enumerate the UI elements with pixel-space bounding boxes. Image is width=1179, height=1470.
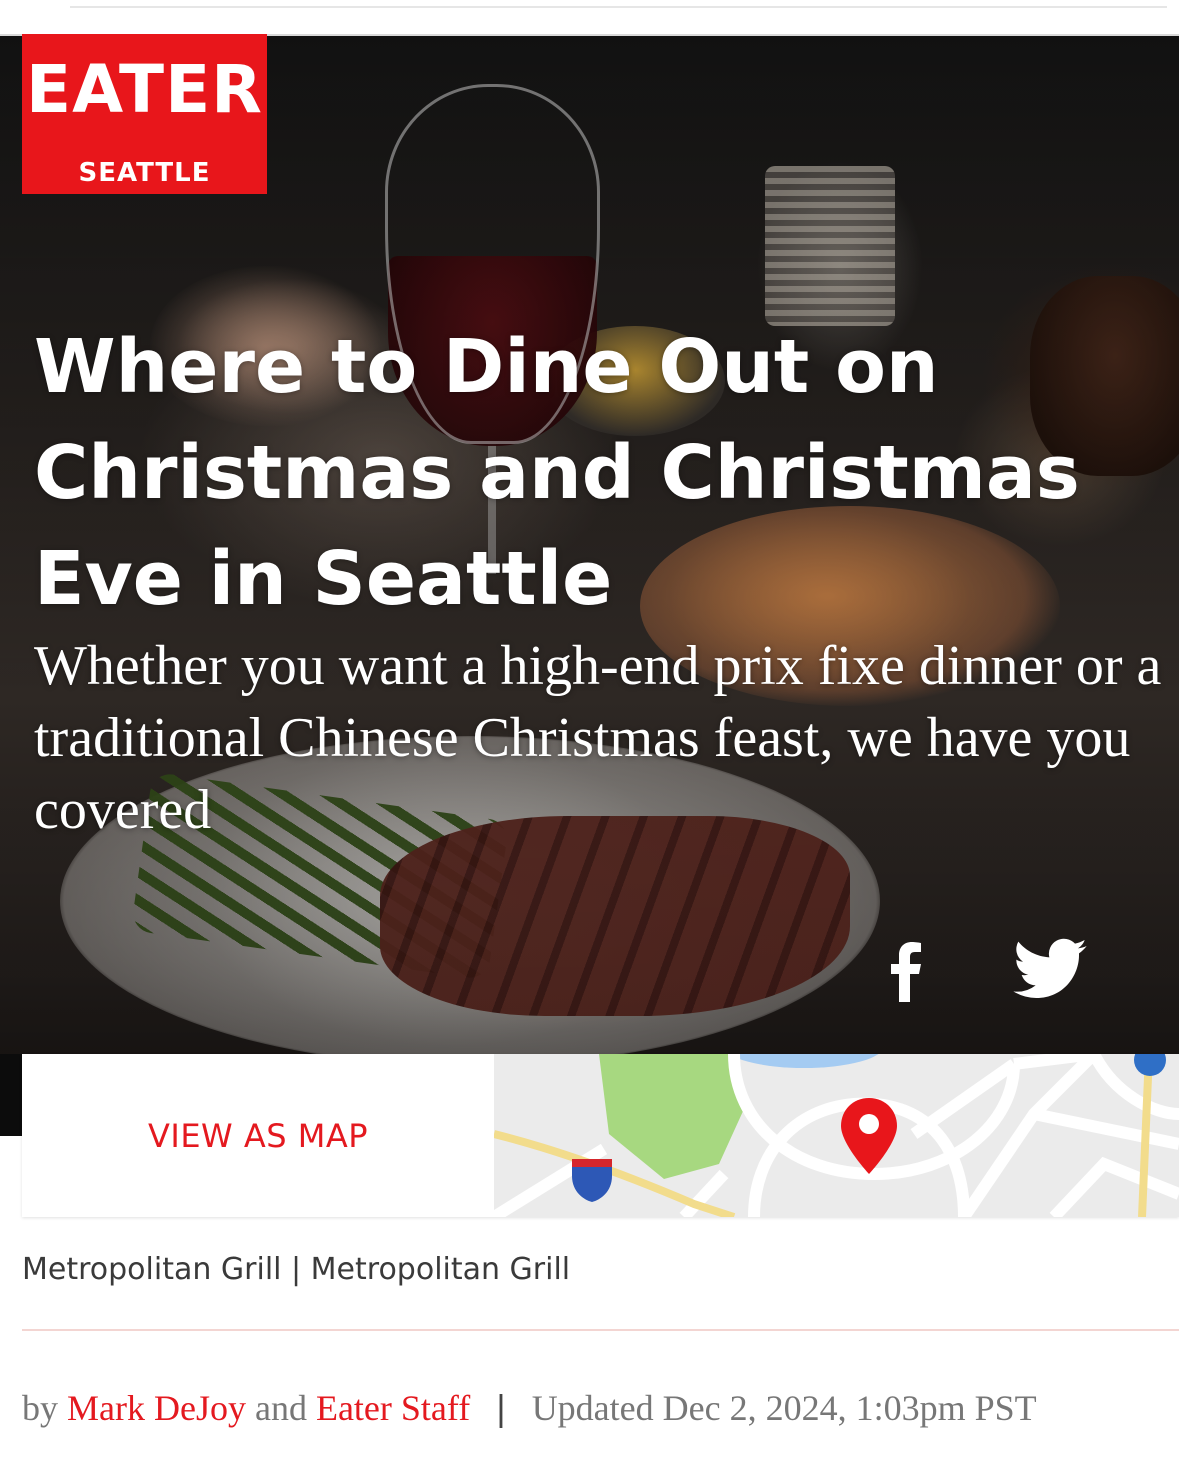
eater-seattle-logo[interactable]: EATER SEATTLE (22, 34, 267, 194)
byline: by Mark DeJoy and Eater Staff | Updated … (22, 1387, 1037, 1429)
article-title: Where to Dine Out on Christmas and Chris… (34, 324, 1080, 622)
top-bar-edge (70, 0, 1167, 8)
byline-separator: | (495, 1389, 507, 1429)
logo-wordmark: EATER (26, 51, 263, 128)
author-link-eater-staff[interactable]: Eater Staff (316, 1388, 470, 1428)
map-card: VIEW AS MAP (22, 1054, 1179, 1217)
map-preview[interactable] (494, 1054, 1179, 1217)
map-graphic (494, 1054, 1179, 1217)
byline-conjunction: and (254, 1388, 307, 1428)
updated-timestamp: Updated Dec 2, 2024, 1:03pm PST (531, 1388, 1037, 1428)
twitter-icon (1013, 938, 1087, 999)
top-bar (0, 0, 1179, 36)
section-divider (22, 1329, 1179, 1331)
facebook-share-button[interactable] (866, 930, 946, 1010)
image-caption: Metropolitan Grill | Metropolitan Grill (22, 1252, 571, 1287)
logo-city: SEATTLE (78, 158, 211, 188)
byline-prefix: by (22, 1388, 58, 1428)
article-dek: Whether you want a high-end prix fixe di… (34, 635, 1162, 841)
twitter-share-button[interactable] (1010, 930, 1090, 1010)
author-link-mark-dejoy[interactable]: Mark DeJoy (67, 1388, 246, 1428)
facebook-icon (891, 942, 921, 1002)
view-as-map-button[interactable]: VIEW AS MAP (22, 1054, 494, 1217)
